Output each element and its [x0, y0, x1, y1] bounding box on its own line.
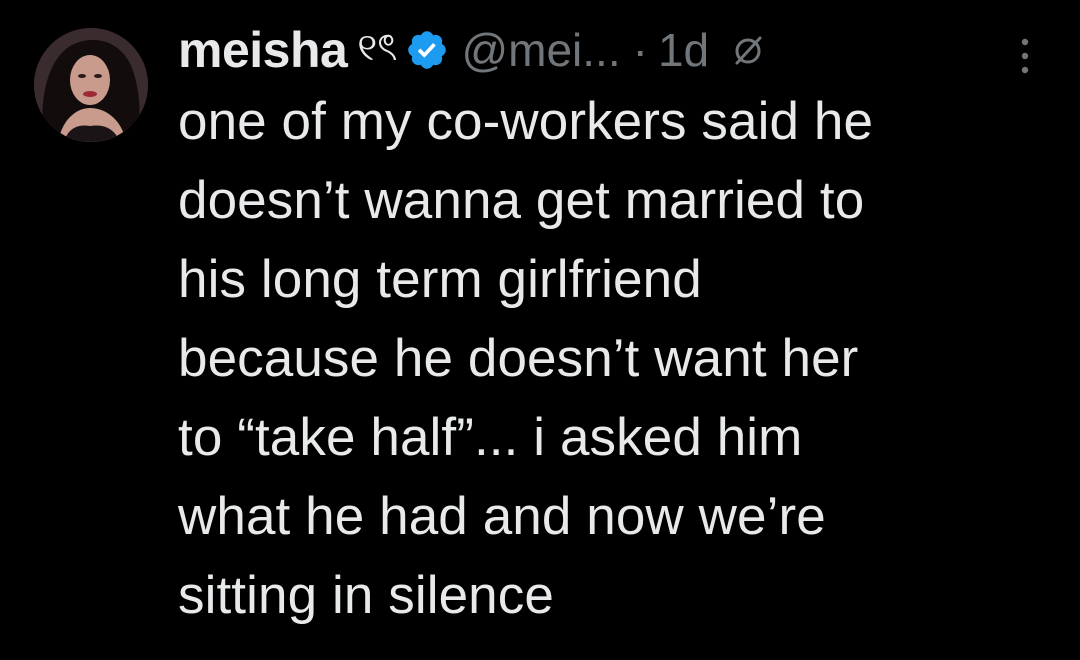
separator-dot: ·	[632, 24, 648, 76]
author-handle[interactable]: @mei...	[461, 23, 620, 77]
tweet[interactable]: meisha ୧ৎ @mei... · 1d one of my co-work…	[0, 0, 1080, 660]
verified-badge-icon[interactable]	[405, 28, 449, 72]
author-name-emoji: ୧ৎ	[357, 25, 398, 69]
avatar[interactable]	[34, 28, 148, 142]
tweet-timestamp[interactable]: 1d	[658, 23, 709, 77]
more-vertical-icon[interactable]	[1018, 36, 1032, 76]
tweet-text: one of my co-workers said he doesn’t wan…	[178, 92, 874, 625]
profile-photo-image	[34, 28, 148, 142]
tweet-content: meisha ୧ৎ @mei... · 1d one of my co-work…	[178, 14, 1058, 635]
author-display-name[interactable]: meisha	[178, 21, 348, 79]
restricted-replies-icon	[731, 33, 765, 67]
tweet-header: meisha ୧ৎ @mei... · 1d	[178, 14, 1058, 86]
